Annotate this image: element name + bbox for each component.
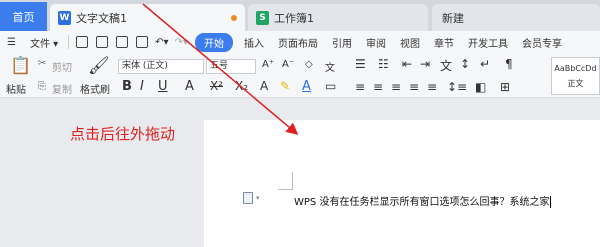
font-name-select[interactable]: 宋体 (正文) bbox=[118, 59, 204, 74]
cut-button[interactable]: 剪切 bbox=[52, 59, 72, 74]
ribbon: 📋 粘贴 ✂ 剪切 ⎘ 复制 🖌 格式刷 宋体 (正文) 五号 A⁺ A⁻ ◇ … bbox=[0, 53, 600, 98]
char-border-icon[interactable]: ▭ bbox=[325, 79, 336, 93]
export-icon[interactable] bbox=[96, 36, 109, 48]
tab-bar: 首页 W 文字文稿1 S 工作簿1 新建 bbox=[0, 0, 600, 31]
copy-button[interactable]: 复制 bbox=[52, 81, 72, 96]
spreadsheet-icon: S bbox=[256, 10, 269, 25]
paragraph-icon[interactable] bbox=[243, 192, 253, 204]
document-text[interactable]: WPS 没有在任务栏显示所有窗口选项怎么回事？系统之家 bbox=[294, 193, 552, 208]
paragraph-mark-icon[interactable]: ¶ bbox=[505, 57, 513, 71]
align-left-icon[interactable]: ≡ bbox=[355, 80, 365, 94]
tab-home[interactable]: 首页 bbox=[0, 2, 47, 31]
style-name: 正文 bbox=[567, 79, 584, 88]
font-color-icon[interactable]: A bbox=[302, 79, 311, 94]
justify-icon[interactable]: ≡ bbox=[409, 80, 419, 94]
tab-spreadsheet-label: 工作簿1 bbox=[274, 11, 314, 25]
phonetic-icon[interactable]: 文 bbox=[325, 59, 335, 74]
highlight-icon[interactable]: ✎ bbox=[280, 79, 290, 93]
tab-document-label: 文字文稿1 bbox=[76, 11, 127, 25]
menu-chapter[interactable]: 章节 bbox=[427, 35, 461, 50]
print-icon[interactable] bbox=[116, 36, 129, 48]
redo-icon[interactable]: ↷▾ bbox=[172, 37, 191, 48]
tab-new[interactable]: 新建 bbox=[432, 4, 600, 31]
shading-icon[interactable]: ◧ bbox=[475, 80, 486, 94]
document-text-content: WPS 没有在任务栏显示所有窗口选项怎么回事？系统之家 bbox=[294, 197, 550, 208]
save-icon[interactable] bbox=[76, 36, 89, 48]
paste-icon[interactable]: 📋 bbox=[10, 56, 31, 76]
clear-format-icon[interactable]: ◇ bbox=[305, 59, 313, 70]
numbered-list-icon[interactable]: ☷ bbox=[378, 57, 389, 71]
borders-icon[interactable]: ⊞ bbox=[500, 80, 510, 94]
chinese-layout-icon[interactable]: 文 bbox=[440, 57, 452, 74]
grow-font-icon[interactable]: A⁺ bbox=[262, 59, 274, 70]
menu-icon[interactable]: ☰ bbox=[0, 37, 23, 48]
chevron-down-icon[interactable]: ▾ bbox=[256, 194, 260, 202]
file-menu[interactable]: 文件 ▾ bbox=[23, 35, 65, 50]
menu-member[interactable]: 会员专享 bbox=[515, 35, 569, 50]
preview-icon[interactable] bbox=[136, 36, 149, 48]
menu-insert[interactable]: 插入 bbox=[237, 35, 271, 50]
text-caret bbox=[550, 196, 552, 208]
margin-mark bbox=[292, 172, 293, 190]
style-normal[interactable]: AaBbCcDd 正文 bbox=[551, 57, 600, 95]
tab-document[interactable]: W 文字文稿1 bbox=[50, 4, 245, 31]
style-preview: AaBbCcDd bbox=[554, 64, 597, 73]
copy-icon[interactable]: ⎘ bbox=[38, 81, 46, 92]
margin-mark bbox=[278, 189, 293, 190]
menu-view[interactable]: 视图 bbox=[393, 35, 427, 50]
scissors-icon[interactable]: ✂ bbox=[38, 58, 46, 69]
writer-doc-icon: W bbox=[58, 10, 71, 25]
font-name-value: 宋体 (正文) bbox=[122, 61, 168, 71]
divider bbox=[68, 35, 70, 49]
menu-review[interactable]: 审阅 bbox=[359, 35, 393, 50]
subscript-icon[interactable]: X₂ bbox=[235, 79, 248, 93]
distribute-icon[interactable]: ≡ bbox=[427, 80, 437, 94]
font-color-a-icon[interactable]: A bbox=[185, 79, 194, 94]
italic-icon[interactable]: I bbox=[140, 79, 144, 94]
line-spacing-icon[interactable]: ↕≡ bbox=[447, 80, 467, 94]
font-size-select[interactable]: 五号 bbox=[206, 59, 256, 74]
show-marks-icon[interactable]: ↵ bbox=[480, 57, 490, 71]
paste-button[interactable]: 粘贴 bbox=[6, 81, 26, 96]
unsaved-indicator bbox=[231, 15, 237, 21]
tab-home-label: 首页 bbox=[12, 10, 35, 24]
file-menu-label: 文件 bbox=[29, 38, 50, 50]
underline-icon[interactable]: U bbox=[158, 79, 168, 94]
shrink-font-icon[interactable]: A⁻ bbox=[282, 59, 294, 70]
format-painter-button[interactable]: 格式刷 bbox=[80, 81, 110, 96]
document-page[interactable] bbox=[204, 120, 600, 247]
tab-spreadsheet[interactable]: S 工作簿1 bbox=[248, 4, 428, 31]
strikethrough-icon[interactable]: X² bbox=[210, 79, 223, 93]
font-size-value: 五号 bbox=[210, 61, 229, 71]
annotation-label: 点击后往外拖动 bbox=[70, 125, 176, 143]
indent-icon[interactable]: ⇥ bbox=[420, 57, 430, 71]
menu-bar: ☰ 文件 ▾ ↶▾ ↷▾ 开始 插入 页面布局 引用 审阅 视图 章节 开发工具… bbox=[0, 31, 600, 53]
sort-icon[interactable]: ↕ bbox=[460, 57, 470, 71]
align-right-icon[interactable]: ≡ bbox=[391, 80, 401, 94]
menu-start[interactable]: 开始 bbox=[194, 32, 233, 52]
align-center-icon[interactable]: ≡ bbox=[373, 80, 383, 94]
menu-page-layout[interactable]: 页面布局 bbox=[271, 35, 325, 50]
bullet-list-icon[interactable]: ☰ bbox=[355, 57, 366, 71]
menu-references[interactable]: 引用 bbox=[325, 35, 359, 50]
tab-new-label: 新建 bbox=[442, 11, 464, 25]
bold-icon[interactable]: B bbox=[122, 79, 132, 94]
menu-developer[interactable]: 开发工具 bbox=[461, 35, 515, 50]
brush-icon[interactable]: 🖌 bbox=[88, 56, 110, 76]
undo-icon[interactable]: ↶▾ bbox=[152, 37, 171, 48]
text-effect-icon[interactable]: A bbox=[260, 79, 268, 93]
outdent-icon[interactable]: ⇤ bbox=[402, 57, 412, 71]
